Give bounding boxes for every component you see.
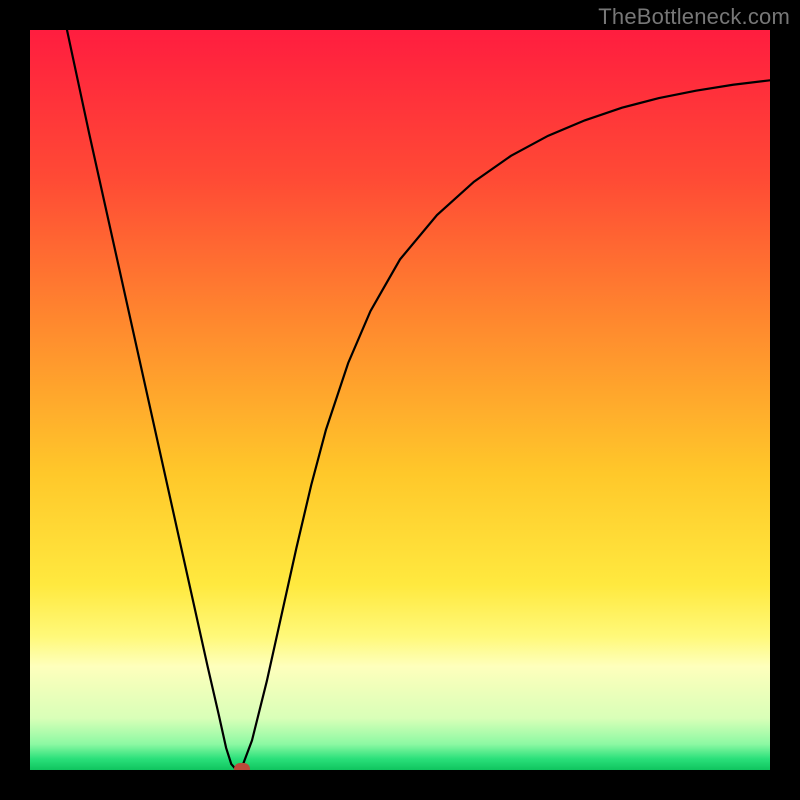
optimal-point-marker <box>234 763 250 770</box>
chart-svg <box>30 30 770 770</box>
attribution-text: TheBottleneck.com <box>598 4 790 30</box>
plot-area <box>30 30 770 770</box>
gradient-background <box>30 30 770 770</box>
